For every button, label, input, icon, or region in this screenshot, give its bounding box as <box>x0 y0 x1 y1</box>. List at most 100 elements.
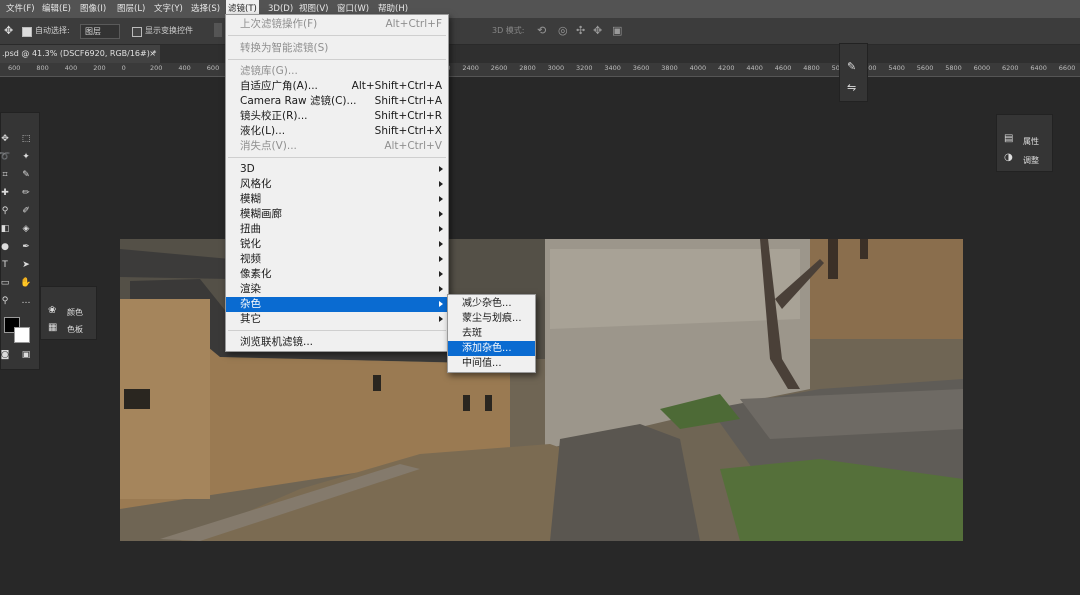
history-brush-icon[interactable]: ✐ <box>20 205 32 217</box>
3d-roll-icon[interactable]: ◎ <box>558 24 568 37</box>
menu-item-other[interactable]: 其它 <box>226 312 448 327</box>
3d-scale-icon[interactable]: ▣ <box>612 24 622 37</box>
3d-pan-icon[interactable]: ✣ <box>576 24 585 37</box>
ruler-tick-label: 3000 <box>547 64 565 72</box>
submenu-item-median[interactable]: 中间值... <box>448 356 535 371</box>
menu-file[interactable]: 文件(F) <box>4 0 37 18</box>
clone-stamp-icon[interactable]: ⚲ <box>0 205 11 217</box>
auto-select-dropdown[interactable]: 图层 <box>80 24 120 39</box>
eyedropper-icon[interactable]: ✎ <box>20 169 32 181</box>
ruler-tick-label: 600 <box>8 64 21 72</box>
type-tool-icon[interactable]: T <box>0 259 11 271</box>
menu-item-distort[interactable]: 扭曲 <box>226 222 448 237</box>
more-tools-icon[interactable]: … <box>20 295 32 307</box>
properties-icon[interactable]: ▤ <box>1004 133 1013 144</box>
adjust-sliders-icon[interactable]: ⇋ <box>847 81 856 94</box>
path-selection-icon[interactable]: ➤ <box>20 259 32 271</box>
move-tool-icon[interactable]: ✥ <box>0 133 11 145</box>
lasso-tool-icon[interactable]: ➰ <box>0 151 11 163</box>
menu-item-sharpen[interactable]: 锐化 <box>226 237 448 252</box>
menu-select[interactable]: 选择(S) <box>189 0 222 18</box>
healing-brush-icon[interactable]: ✚ <box>0 187 11 199</box>
properties-panel-label[interactable]: 属性 <box>1023 136 1039 147</box>
background-color-swatch[interactable] <box>14 327 30 343</box>
submenu-item-despeckle[interactable]: 去斑 <box>448 326 535 341</box>
menu-item-stylize[interactable]: 风格化 <box>226 177 448 192</box>
submenu-item-dust-scratches[interactable]: 蒙尘与划痕... <box>448 311 535 326</box>
blur-tool-icon[interactable]: ● <box>0 241 11 253</box>
menu-item-video[interactable]: 视频 <box>226 252 448 267</box>
adjustments-icon[interactable]: ◑ <box>1004 152 1013 163</box>
ruler-tick-label: 6200 <box>1002 64 1019 72</box>
menu-item-browse-online-filters[interactable]: 浏览联机滤镜... <box>226 335 448 350</box>
ruler-tick-label: 400 <box>178 64 191 72</box>
menu-item-lens-correction[interactable]: 镜头校正(R)... Shift+Ctrl+R <box>226 109 448 124</box>
submenu-arrow-icon <box>439 211 443 217</box>
3d-slide-icon[interactable]: ✥ <box>593 24 602 37</box>
menu-item-liquify[interactable]: 液化(L)... Shift+Ctrl+X <box>226 124 448 139</box>
color-panel-icon[interactable]: ❀ <box>48 305 56 316</box>
submenu-arrow-icon <box>439 301 443 307</box>
menu-type[interactable]: 文字(Y) <box>152 0 185 18</box>
menu-item-blur-gallery[interactable]: 模糊画廊 <box>226 207 448 222</box>
menu-item-filter-gallery[interactable]: 滤镜库(G)... <box>226 64 448 79</box>
close-tab-icon[interactable]: × <box>149 45 156 63</box>
auto-select-checkbox[interactable] <box>22 27 32 37</box>
document-tab[interactable]: .psd @ 41.3% (DSCF6920, RGB/16#) * × <box>0 45 160 63</box>
marquee-tool-icon[interactable]: ⬚ <box>20 133 32 145</box>
submenu-item-add-noise[interactable]: 添加杂色... <box>448 341 535 356</box>
paint-bucket-icon[interactable]: ◈ <box>20 223 32 235</box>
swatches-panel-label[interactable]: 色板 <box>67 324 83 335</box>
menu-item-noise[interactable]: 杂色 <box>226 297 448 312</box>
submenu-item-reduce-noise[interactable]: 减少杂色... <box>448 296 535 311</box>
move-tool-icon[interactable]: ✥ <box>4 24 13 37</box>
noise-submenu: 减少杂色... 蒙尘与划痕... 去斑 添加杂色... 中间值... <box>447 294 536 373</box>
brush-tool-icon[interactable]: ✏ <box>20 187 32 199</box>
menu-item-convert-smart-filter[interactable]: 转换为智能滤镜(S) <box>226 41 448 56</box>
color-panel-label[interactable]: 颜色 <box>67 307 83 318</box>
3d-rotate-icon[interactable]: ⟲ <box>537 24 546 37</box>
ruler-tick-label: 4600 <box>774 64 792 72</box>
screen-mode-icon[interactable]: ▣ <box>20 349 32 361</box>
hand-tool-icon[interactable]: ✋ <box>20 277 32 289</box>
menu-item-vanishing-point[interactable]: 消失点(V)... Alt+Ctrl+V <box>226 139 448 154</box>
ruler-tick-label: 600 <box>206 64 220 72</box>
menu-item-render[interactable]: 渲染 <box>226 282 448 297</box>
brush-settings-icon[interactable]: ✎ <box>847 60 856 73</box>
submenu-arrow-icon <box>439 286 443 292</box>
menu-item-camera-raw[interactable]: Camera Raw 滤镜(C)... Shift+Ctrl+A <box>226 94 448 109</box>
menu-separator <box>228 330 446 331</box>
menu-item-adaptive-wide-angle[interactable]: 自适应广角(A)... Alt+Shift+Ctrl+A <box>226 79 448 94</box>
crop-tool-icon[interactable]: ⌗ <box>0 169 11 181</box>
menu-item-3d[interactable]: 3D <box>226 162 448 177</box>
menu-edit[interactable]: 编辑(E) <box>40 0 73 18</box>
zoom-tool-icon[interactable]: ⚲ <box>0 295 11 307</box>
swatches-panel-icon[interactable]: ▦ <box>48 322 57 333</box>
menu-item-blur[interactable]: 模糊 <box>226 192 448 207</box>
menu-item-last-filter[interactable]: 上次滤镜操作(F) Alt+Ctrl+F <box>226 17 448 32</box>
quick-mask-icon[interactable]: ◙ <box>0 349 11 361</box>
ruler-tick-label: 6400 <box>1030 64 1047 72</box>
submenu-arrow-icon <box>439 226 443 232</box>
eraser-tool-icon[interactable]: ◧ <box>0 223 11 235</box>
ruler-tick-label: 4400 <box>746 64 763 72</box>
menu-separator <box>228 157 446 158</box>
adjustments-panel-label[interactable]: 调整 <box>1023 155 1039 166</box>
ruler-tick-label: 800 <box>36 64 49 72</box>
menu-image[interactable]: 图像(I) <box>78 0 108 18</box>
menu-separator <box>228 35 446 36</box>
menu-separator <box>228 59 446 60</box>
pen-tool-icon[interactable]: ✒ <box>20 241 32 253</box>
horizontal-ruler: 6008004002000200400600800100012001400160… <box>0 63 1080 77</box>
rectangle-tool-icon[interactable]: ▭ <box>0 277 11 289</box>
align-icon[interactable] <box>214 23 222 37</box>
ruler-tick-label: 4200 <box>718 64 735 72</box>
menu-layer[interactable]: 图层(L) <box>115 0 147 18</box>
menu-bar: 文件(F) 编辑(E) 图像(I) 图层(L) 文字(Y) 选择(S) 滤镜(T… <box>0 0 1080 18</box>
magic-wand-icon[interactable]: ✦ <box>20 151 32 163</box>
menu-item-pixelate[interactable]: 像素化 <box>226 267 448 282</box>
show-transform-label: 显示变换控件 <box>145 26 193 35</box>
options-bar: ✥ 自动选择: 图层 显示变换控件 3D 模式: ⟲ ◎ ✣ ✥ ▣ <box>0 18 1080 45</box>
show-transform-checkbox[interactable] <box>132 27 142 37</box>
submenu-arrow-icon <box>439 196 443 202</box>
